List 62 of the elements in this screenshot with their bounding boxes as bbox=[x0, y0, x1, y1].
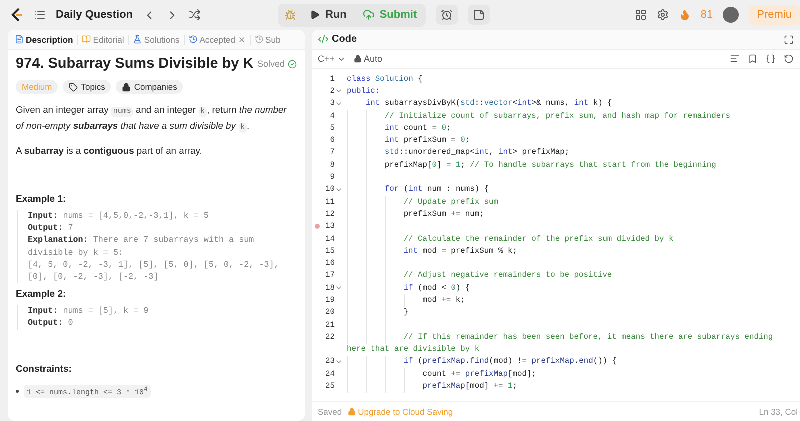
tab[interactable]: Solutions bbox=[129, 34, 185, 44]
example-line: divisible by k = 5: bbox=[28, 246, 124, 259]
tab[interactable]: Editorial bbox=[78, 34, 130, 44]
document-icon bbox=[15, 35, 24, 44]
note-button[interactable] bbox=[468, 5, 490, 25]
cursor-position: Ln 33, Col bbox=[759, 406, 798, 416]
streak-count[interactable]: 81 bbox=[700, 9, 714, 21]
saved-status: Saved bbox=[318, 406, 342, 416]
example-line: Output: 0 bbox=[28, 317, 74, 330]
lock-icon bbox=[348, 408, 356, 416]
lock-icon bbox=[354, 55, 362, 63]
close-icon[interactable] bbox=[238, 36, 246, 44]
upgrade-link[interactable]: Upgrade to Cloud Saving bbox=[348, 406, 454, 416]
example-line: Input: nums = [4,5,0,-2,-3,1], k = 5 bbox=[28, 210, 210, 222]
logo-icon[interactable] bbox=[10, 7, 24, 23]
cloud-upload-icon bbox=[362, 9, 375, 21]
breakpoint-dot[interactable] bbox=[315, 224, 320, 230]
bookmark-icon[interactable] bbox=[748, 54, 758, 64]
solved-status: Solved bbox=[257, 59, 297, 69]
tag-icon bbox=[69, 82, 78, 92]
example-line: Output: 7 bbox=[28, 222, 74, 234]
reset-icon[interactable] bbox=[784, 54, 794, 64]
example-line: [0], [0, -2, -3], [-2, -3] bbox=[28, 271, 160, 284]
check-circle-icon bbox=[288, 60, 297, 68]
avatar[interactable] bbox=[723, 7, 740, 23]
example-line: Explanation: There are 7 subarrays with a sum bbox=[28, 234, 256, 247]
history-icon bbox=[188, 35, 198, 44]
problem-title: 974. Subarray Sums Divisible by K bbox=[16, 56, 254, 72]
tab[interactable]: Description bbox=[11, 34, 78, 44]
braces-icon[interactable] bbox=[766, 54, 776, 64]
language-select[interactable]: C++ bbox=[318, 54, 346, 64]
tab[interactable]: Sub bbox=[250, 34, 285, 44]
difficulty-tag: Medium bbox=[16, 80, 58, 94]
alarm-clock-icon bbox=[441, 9, 454, 21]
note-icon bbox=[473, 9, 486, 21]
autosave-toggle[interactable]: Auto bbox=[354, 54, 383, 64]
description-paragraph: A subarray is a contiguous part of an array. bbox=[16, 144, 204, 157]
settings-icon[interactable] bbox=[656, 9, 669, 21]
example-line: Input: nums = [5], k = 9 bbox=[28, 305, 150, 318]
history-icon bbox=[254, 35, 264, 44]
tab[interactable]: Accepted bbox=[184, 34, 251, 44]
book-icon bbox=[82, 35, 92, 44]
example-title: Example 2: bbox=[16, 289, 68, 300]
maximize-icon[interactable] bbox=[784, 34, 794, 44]
format-icon[interactable] bbox=[730, 54, 740, 64]
lock-icon bbox=[122, 82, 132, 92]
grid-icon[interactable] bbox=[634, 9, 647, 21]
panel-title: Code bbox=[332, 34, 357, 45]
tag-chip[interactable]: Companies bbox=[116, 80, 184, 94]
bullet-icon bbox=[16, 390, 19, 393]
shuffle-icon[interactable] bbox=[189, 9, 202, 21]
nav-title[interactable]: Daily Question bbox=[56, 9, 134, 21]
example-title: Example 1: bbox=[16, 194, 68, 205]
flask-icon bbox=[133, 35, 142, 44]
play-icon bbox=[310, 10, 320, 20]
code-icon bbox=[318, 34, 329, 45]
example-line: [4, 5, 0, -2, -3, 1], [5], [5, 0], [5, 0, -2, -3], bbox=[28, 258, 280, 272]
constraints-title: Constraints: bbox=[16, 364, 73, 375]
alarm-button[interactable] bbox=[436, 5, 458, 25]
premium-button[interactable]: Premiu bbox=[749, 5, 800, 25]
bug-icon bbox=[285, 10, 296, 20]
tag-chip[interactable]: Topics bbox=[63, 80, 112, 94]
